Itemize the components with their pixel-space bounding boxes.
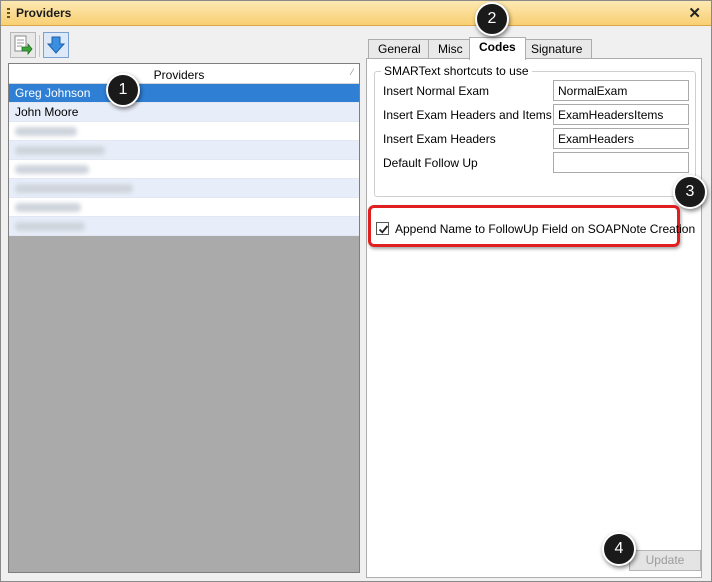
exam-headers-field[interactable] <box>553 128 689 149</box>
smartext-group: SMARText shortcuts to use Insert Normal … <box>374 64 696 197</box>
normal-exam-field[interactable] <box>553 80 689 101</box>
default-follow-up-label: Default Follow Up <box>383 156 478 170</box>
toolbar-separator <box>39 35 40 57</box>
callout-4: 4 <box>602 532 636 566</box>
sort-icon: ⁄ <box>351 67 353 77</box>
tab-signature[interactable]: Signature <box>521 39 593 59</box>
tab-strip: General Misc Codes Signature <box>366 37 704 60</box>
down-arrow-icon <box>46 36 66 54</box>
provider-row-blurred[interactable] <box>9 122 359 141</box>
provider-name: John Moore <box>15 105 79 119</box>
codes-tab-page: SMARText shortcuts to use Insert Normal … <box>366 58 702 578</box>
tab-general[interactable]: General <box>368 39 431 59</box>
default-follow-up-field[interactable] <box>553 152 689 173</box>
append-name-label[interactable]: Append Name to FollowUp Field on SOAPNot… <box>395 222 695 236</box>
tab-codes[interactable]: Codes <box>469 37 526 60</box>
tab-misc[interactable]: Misc <box>428 39 473 59</box>
toolbar <box>8 32 360 60</box>
provider-row[interactable]: Greg Johnson <box>9 84 359 103</box>
close-button[interactable]: ✕ <box>688 4 701 22</box>
import-icon <box>14 35 33 55</box>
providers-list[interactable]: Providers ⁄ Greg Johnson John Moore <box>8 63 360 573</box>
append-name-checkbox[interactable] <box>376 222 389 235</box>
callout-3: 3 <box>673 175 707 209</box>
import-button[interactable] <box>10 32 36 58</box>
provider-row-blurred[interactable] <box>9 217 359 236</box>
download-button[interactable] <box>43 32 69 58</box>
window-title: Providers <box>16 6 72 20</box>
providers-window: Providers ✕ Providers ⁄ Greg Johnson Joh… <box>0 0 712 582</box>
provider-row-blurred[interactable] <box>9 160 359 179</box>
provider-row-blurred[interactable] <box>9 198 359 217</box>
list-header-label: Providers <box>153 68 205 82</box>
group-title: SMARText shortcuts to use <box>381 64 532 78</box>
provider-name: Greg Johnson <box>15 86 91 100</box>
grip-icon <box>7 8 10 20</box>
list-header[interactable]: Providers ⁄ <box>9 64 359 84</box>
update-button[interactable]: Update <box>629 550 701 571</box>
callout-2: 2 <box>475 2 509 36</box>
exam-headers-items-field[interactable] <box>553 104 689 125</box>
settings-panel: General Misc Codes Signature SMARText sh… <box>366 37 704 578</box>
callout-1: 1 <box>106 73 140 107</box>
normal-exam-label: Insert Normal Exam <box>383 84 490 98</box>
append-name-option: Append Name to FollowUp Field on SOAPNot… <box>367 201 703 249</box>
provider-row-blurred[interactable] <box>9 179 359 198</box>
provider-row-blurred[interactable] <box>9 141 359 160</box>
checkmark-icon <box>378 225 389 234</box>
exam-headers-items-label: Insert Exam Headers and Items <box>383 108 552 122</box>
exam-headers-label: Insert Exam Headers <box>383 132 496 146</box>
provider-row[interactable]: John Moore <box>9 103 359 122</box>
title-bar: Providers ✕ <box>1 1 711 26</box>
